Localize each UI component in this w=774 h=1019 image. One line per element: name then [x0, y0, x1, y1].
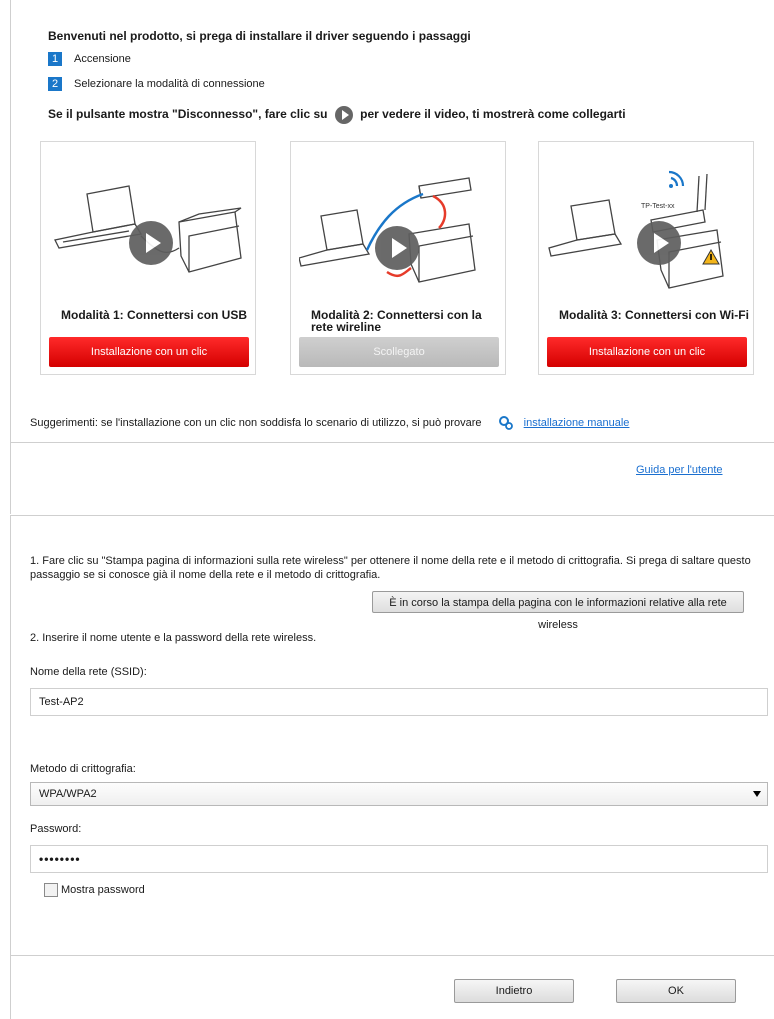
step-number-badge: 2 — [48, 77, 62, 91]
mode-title: Modalità 3: Connettersi con Wi-Fi — [559, 308, 749, 322]
manual-install-link[interactable]: installazione manuale — [524, 417, 630, 429]
step-label: Accensione — [74, 53, 131, 65]
mode-card-wired: Modalità 2: Connettersi con la rete wire… — [290, 141, 506, 375]
password-input[interactable]: •••••••• — [30, 845, 768, 873]
step-select-connection: 2 Selezionare la modalità di connessione — [48, 77, 265, 93]
encryption-selected-value: WPA/WPA2 — [39, 788, 97, 800]
show-password-label: Mostra password — [61, 883, 145, 896]
mode-card-usb: Modalità 1: Connettersi con USB Installa… — [40, 141, 256, 375]
encryption-label: Metodo di crittografia: — [30, 763, 136, 775]
video-hint: Se il pulsante mostra "Disconnesso", far… — [48, 106, 626, 124]
disconnected-button[interactable]: Scollegato — [299, 337, 499, 367]
ok-button[interactable]: OK — [616, 979, 736, 1003]
hint-text-after: per vedere il video, ti mostrerà come co… — [360, 107, 626, 122]
mode-title: Modalità 2: Connettersi con la rete wire… — [311, 308, 482, 334]
wireless-step-2-text: 2. Inserire il nome utente e la password… — [30, 632, 317, 644]
wireless-step-1-text: 1. Fare clic su "Stampa pagina di inform… — [30, 555, 751, 581]
play-video-button[interactable] — [129, 221, 173, 265]
encryption-select[interactable]: WPA/WPA2 — [30, 782, 768, 806]
play-video-button[interactable] — [375, 226, 419, 270]
step-label: Selezionare la modalità di connessione — [74, 78, 265, 90]
ssid-label: Nome della rete (SSID): — [30, 666, 147, 678]
play-icon — [334, 106, 353, 124]
hint-text-before: Se il pulsante mostra "Disconnesso", far… — [48, 107, 328, 122]
back-button[interactable]: Indietro — [454, 979, 574, 1003]
step-number-badge: 1 — [48, 52, 62, 66]
play-video-button[interactable] — [637, 221, 681, 265]
password-label: Password: — [30, 823, 82, 835]
chevron-down-icon — [753, 791, 761, 797]
mode-title: Modalità 1: Connettersi con USB — [61, 308, 248, 322]
divider — [10, 955, 774, 956]
one-click-install-button[interactable]: Installazione con un clic — [547, 337, 747, 367]
suggestion-text: Suggerimenti: se l'installazione con un … — [30, 416, 482, 429]
gear-icon — [498, 416, 513, 430]
step-power-on: 1 Accensione — [48, 52, 131, 68]
suggestion-row: Suggerimenti: se l'installazione con un … — [30, 416, 629, 430]
print-wireless-info-button[interactable]: È in corso la stampa della pagina con le… — [372, 591, 744, 631]
user-guide-link[interactable]: Guida per l'utente — [636, 464, 723, 476]
show-password-checkbox[interactable] — [44, 883, 58, 897]
wifi-network-label: TP-Test-xx — [641, 203, 675, 210]
mode-card-wifi: TP-Test-xx Modalità 3: Connettersi con W… — [538, 141, 754, 375]
welcome-text: Benvenuti nel prodotto, si prega di inst… — [48, 29, 471, 43]
show-password-checkbox-row[interactable]: Mostra password — [44, 883, 145, 897]
divider — [10, 442, 774, 443]
ssid-input[interactable]: Test-AP2 — [30, 688, 768, 716]
one-click-install-button[interactable]: Installazione con un clic — [49, 337, 249, 367]
